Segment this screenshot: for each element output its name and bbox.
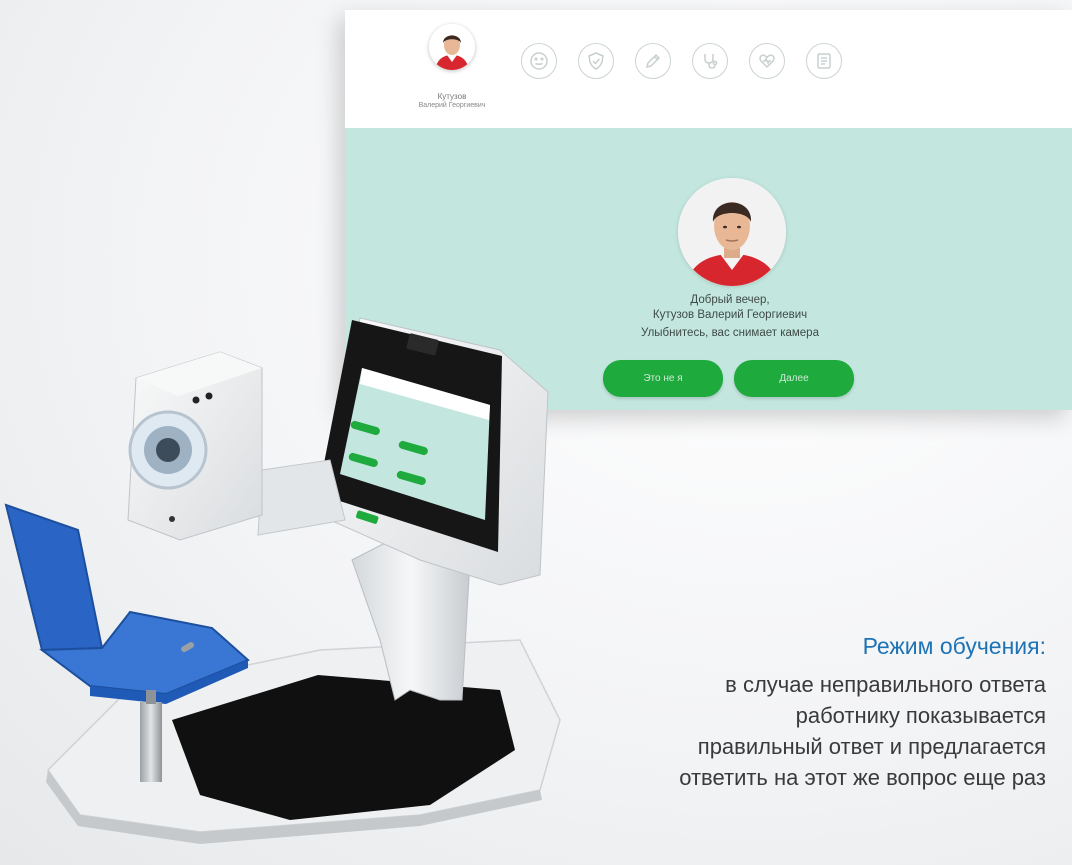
training-mode-title: Режим обучения: — [862, 633, 1046, 659]
caption-line: в случае неправильного ответа — [725, 672, 1046, 697]
caption-line: правильный ответ и предлагается — [697, 734, 1046, 759]
caption-line: работнику показывается — [795, 703, 1046, 728]
caption-line: ответить на этот же вопрос еще раз — [679, 765, 1046, 790]
chair-backrest — [4, 503, 104, 652]
